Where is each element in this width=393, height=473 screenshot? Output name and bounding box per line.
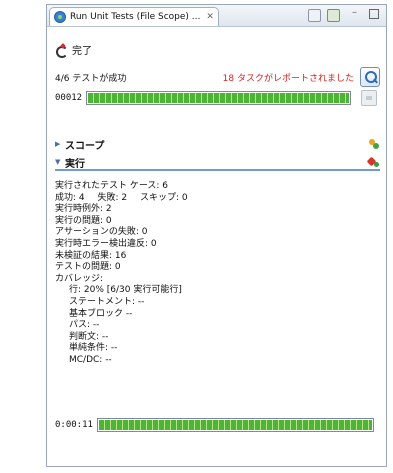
coverage-label: カバレッジ: xyxy=(55,273,104,284)
runtime-violations: 実行時エラー検出違反: 0 xyxy=(55,238,157,249)
coverage-condition: 単純条件: -- xyxy=(69,343,118,354)
unverified-results: 未検証の結果: 16 xyxy=(55,250,127,261)
summary-row: 4/6 テストが成功 18 タスクがレポートされました xyxy=(55,67,380,87)
task-warning: 18 タスクがレポートされました xyxy=(222,73,354,84)
progress-fill xyxy=(88,93,350,103)
run-issues: 実行の問題: 0 xyxy=(55,215,112,226)
success-count: 4/6 テストが成功 xyxy=(55,73,127,84)
progress-bar xyxy=(86,91,352,105)
minimize-icon[interactable]: – xyxy=(352,7,357,18)
coverage-path: パス: -- xyxy=(69,320,100,331)
coverage-progress-fill xyxy=(98,420,372,430)
coverage-elapsed-time: 0:00:11 xyxy=(55,420,93,430)
run-label: 実行 xyxy=(65,158,85,170)
run-statistics: 実行されたテスト ケース: 6 成功: 4 失敗: 2 スキップ: 0 実行時例… xyxy=(55,181,375,367)
test-issues: テストの問題: 0 xyxy=(55,262,121,273)
coverage-progress-row: 0:00:11 xyxy=(55,418,380,432)
expand-arrow-icon: ▶ xyxy=(55,140,61,148)
view-tab[interactable]: Run Unit Tests (File Scope) ... ✕ xyxy=(49,7,219,26)
done-label: 完了 xyxy=(72,46,92,57)
scope-section-header[interactable]: ▶ スコープ xyxy=(55,136,380,152)
stop-button[interactable] xyxy=(361,90,378,106)
coverage-basic-block: 基本ブロック -- xyxy=(69,308,133,319)
view-menu-icon[interactable] xyxy=(308,9,321,22)
run-icon xyxy=(368,156,380,168)
coverage-decision: 判断文: -- xyxy=(69,331,109,342)
progress-row: 00012 xyxy=(55,90,380,106)
run-status: 完了 xyxy=(55,42,92,58)
scope-icon xyxy=(368,138,380,150)
tab-close-icon[interactable]: ✕ xyxy=(206,12,214,22)
test-results-view: Run Unit Tests (File Scope) ... ✕ – 完了 4… xyxy=(46,4,387,467)
filter-results-icon[interactable] xyxy=(327,9,340,22)
collapse-arrow-icon: ▼ xyxy=(55,158,61,166)
maximize-icon[interactable] xyxy=(369,9,379,19)
coverage-statement: ステートメント: -- xyxy=(69,296,145,307)
fail-stat: 失敗: 2 xyxy=(97,192,128,203)
coverage-line: 行: 20% [6/30 実行可能行] xyxy=(69,285,182,296)
coverage-mcdc: MC/DC: -- xyxy=(69,354,112,365)
coverage-details: 行: 20% [6/30 実行可能行] ステートメント: -- 基本ブロック -… xyxy=(55,285,375,366)
result-counts: 成功: 4 失敗: 2 スキップ: 0 xyxy=(55,193,375,205)
scope-label: スコープ xyxy=(65,140,105,152)
test-run-icon xyxy=(54,11,66,23)
tab-title: Run Unit Tests (File Scope) ... xyxy=(70,12,201,22)
executed-count: 実行されたテスト ケース: 6 xyxy=(55,181,169,191)
runtime-exceptions: 実行時例外: 2 xyxy=(55,204,112,215)
run-complete-icon xyxy=(55,44,68,58)
success-stat: 成功: 4 xyxy=(55,192,85,203)
assertion-failures: アサーションの失敗: 0 xyxy=(55,227,148,238)
coverage-progress-bar xyxy=(96,418,374,432)
view-tab-bar: Run Unit Tests (File Scope) ... ✕ – xyxy=(47,5,386,27)
view-report-button[interactable] xyxy=(360,67,380,87)
elapsed-time: 00012 xyxy=(55,93,83,103)
skip-stat: スキップ: 0 xyxy=(140,192,188,203)
run-section-header[interactable]: ▼ 実行 xyxy=(55,155,380,171)
